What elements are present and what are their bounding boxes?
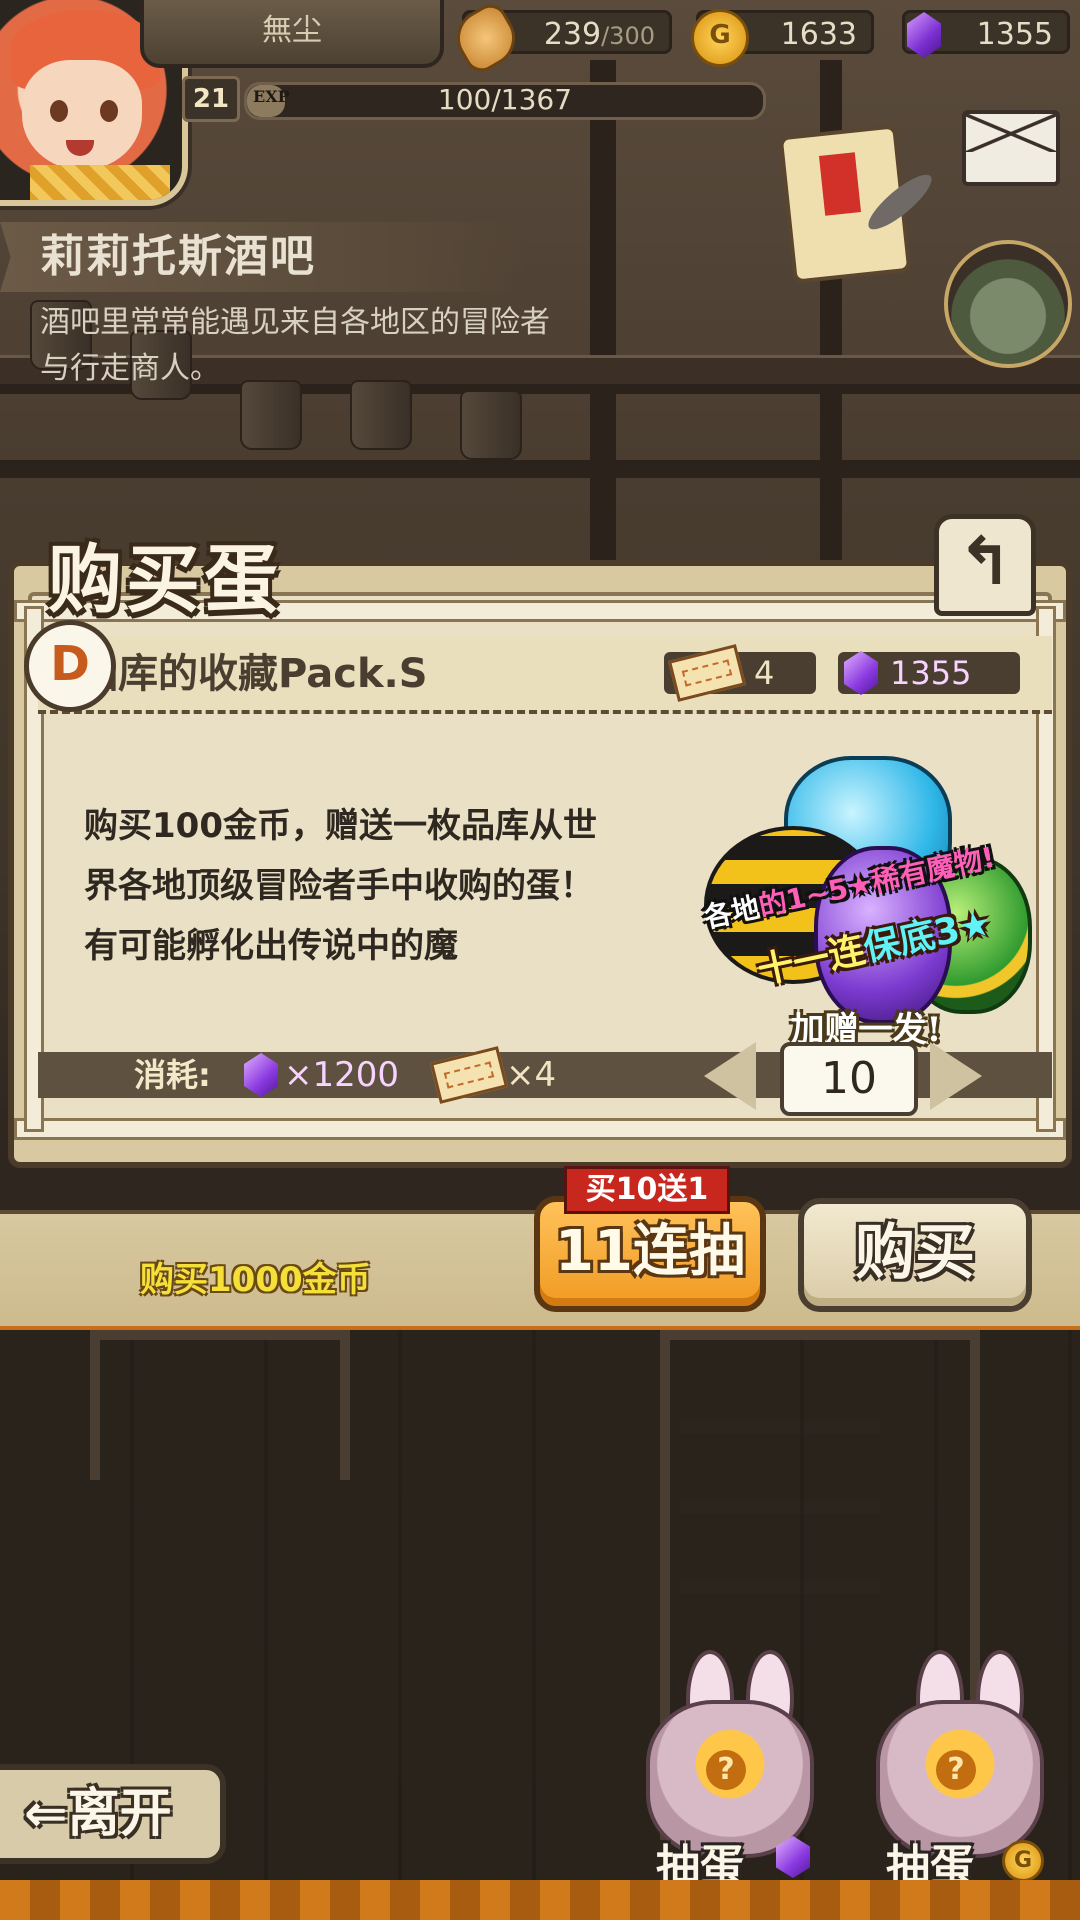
- gold-gacha-button[interactable]: ? 抽蛋 G: [866, 1650, 1046, 1892]
- purple-gem-icon: [844, 651, 878, 695]
- footer-border: [0, 1880, 1080, 1920]
- exp-bar: EXP 100/1367: [244, 82, 766, 120]
- purple-gem-icon: [907, 12, 941, 58]
- ticket-counter: 4: [664, 644, 816, 702]
- buy-button[interactable]: 购买: [798, 1198, 1032, 1312]
- gold-coin-icon: G: [1002, 1840, 1044, 1882]
- pack-badge-icon: D: [24, 620, 116, 712]
- pack-name: 品库的收藏Pack.S: [78, 651, 428, 697]
- pack-description: 购买100金币，赠送一枚品库从世界各地顶级冒险者手中收购的蛋！有可能孵化出传说中…: [84, 806, 597, 966]
- increase-quantity-button[interactable]: [930, 1042, 982, 1110]
- cost-label: 消耗:: [134, 1056, 211, 1094]
- mystery-egg-icon: ?: [936, 1750, 976, 1790]
- gem-gacha-button[interactable]: ? 抽蛋: [636, 1650, 816, 1892]
- mail-button[interactable]: [962, 110, 1060, 186]
- stamina-max: /300: [601, 22, 655, 50]
- mystery-egg-icon: ?: [706, 1750, 746, 1790]
- ticket-count: 4: [754, 654, 775, 692]
- player-name: 無尘: [140, 0, 444, 68]
- stamina-value: 239: [543, 17, 602, 52]
- pack-header: 品库的收藏Pack.S 4 1355: [38, 636, 1052, 714]
- pack-gem-counter: 1355: [838, 651, 1020, 695]
- decrease-quantity-button[interactable]: [704, 1042, 756, 1110]
- return-arrow-icon: ↰: [957, 523, 1013, 600]
- exclamation-icon: [818, 152, 862, 216]
- stamina-counter[interactable]: 239/300: [446, 0, 672, 78]
- gold-coin-icon: G: [691, 9, 749, 67]
- purple-gem-icon: [244, 1053, 278, 1097]
- quantity-field[interactable]: 10: [780, 1042, 918, 1116]
- pack-gem-count: 1355: [890, 654, 972, 692]
- buy-egg-dialog: 品库的收藏Pack.S 4 1355 D 购买100金币，赠送一枚品库从世界各地…: [8, 560, 1072, 1168]
- cost-gems: ×1200: [284, 1055, 400, 1095]
- leave-button[interactable]: ⇐离开: [0, 1764, 226, 1864]
- location-description: 酒吧里常常能遇见来自各地区的冒险者与行走商人。: [40, 305, 550, 386]
- buy10-get1-tag: 买10送1: [564, 1166, 730, 1214]
- ticket-icon: [667, 644, 747, 702]
- dialog-title: 购买蛋: [48, 537, 282, 623]
- gold-value: 1633: [780, 17, 857, 52]
- gold-bonus-text: 购买1000金币: [140, 1260, 371, 1300]
- egg-promo-art: 各地的1~5★稀有魔物! 十一连保底3★ 加赠一发!: [684, 756, 1034, 1086]
- back-button[interactable]: ↰: [934, 514, 1036, 616]
- cost-tickets: ×4: [506, 1055, 557, 1095]
- gem-counter[interactable]: 1355: [902, 10, 1070, 58]
- quest-scroll-button[interactable]: [770, 120, 939, 284]
- gem-value: 1355: [976, 17, 1053, 52]
- exp-value: 100/1367: [437, 83, 573, 116]
- ticket-icon: [429, 1046, 509, 1104]
- backpack-button[interactable]: [944, 240, 1072, 368]
- player-level: 21: [182, 76, 240, 122]
- location-title: 莉莉托斯酒吧: [40, 231, 316, 282]
- gold-counter[interactable]: G 1633: [691, 9, 874, 67]
